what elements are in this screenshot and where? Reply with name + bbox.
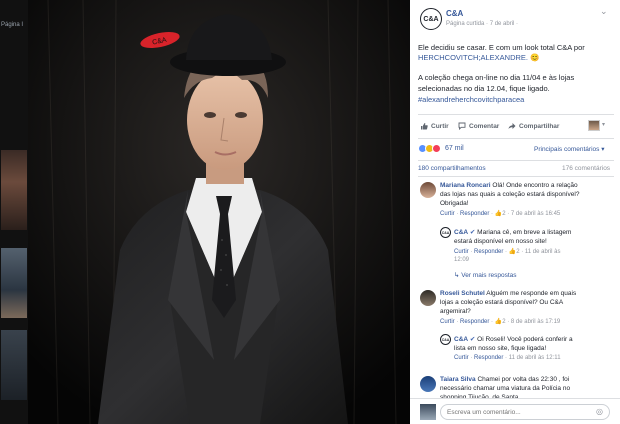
share-icon [508, 123, 516, 129]
comment-composer: ◎ [410, 398, 620, 424]
post-text-line4: selecionadas no dia 12.04, fique ligado. [418, 84, 550, 93]
avatar[interactable] [420, 376, 436, 392]
comment: Mariana Roncari Olá! Onde encontro a rel… [440, 182, 612, 217]
reply-reply-link[interactable]: Responder [474, 355, 503, 361]
reactions-count: 67 mil [445, 145, 464, 152]
reply-reply-link[interactable]: Responder [474, 249, 503, 255]
avatar[interactable] [420, 290, 436, 306]
comments-count: 176 comentários [562, 165, 611, 172]
verified-badge-icon: ✔ [469, 229, 476, 236]
comment-sort-dropdown[interactable]: Principais comentários ▾ [534, 145, 604, 153]
comment-text: das lojas nas quais a coleção estará dis… [440, 191, 580, 198]
post-text-link[interactable]: HERCHCOVITCH;ALEXANDRE. 😊 [418, 53, 539, 62]
page-avatar[interactable]: C&A [440, 334, 451, 345]
reply-text: Mariana cê, em breve a listagem [477, 229, 572, 236]
divider [418, 176, 614, 177]
avatar[interactable] [420, 182, 436, 198]
background-thumbnail [1, 330, 27, 400]
comment-author-link[interactable]: Roseli Schutel [440, 290, 485, 297]
reply-like-link[interactable]: Curtir [454, 249, 469, 255]
reply-text: estará disponível em nosso site! [454, 238, 547, 245]
page-avatar-text: C&A [441, 230, 450, 235]
background-thumbnail [1, 248, 27, 318]
divider [418, 160, 614, 161]
like-button[interactable]: Curtir [420, 122, 449, 130]
post-text-line3: A coleção chega on-line no dia 11/04 e à… [418, 73, 575, 82]
chevron-down-icon: ⌄ [600, 6, 608, 16]
post-text-line1: Ele decidiu se casar. E com um look tota… [418, 43, 585, 52]
comment-like-link[interactable]: Curtir [440, 211, 455, 217]
reply-author-link[interactable]: C&A [454, 229, 468, 236]
divider [418, 138, 614, 139]
verified-badge-icon: ✔ [469, 336, 476, 343]
comment-label: Comentar [469, 122, 500, 130]
page-avatar[interactable]: C&A [420, 8, 442, 30]
reply-text: Oi Roseli! Você poderá conferir a [477, 336, 573, 343]
photo-illustration: C&A [28, 0, 410, 424]
comment-reply-link[interactable]: Responder [460, 211, 489, 217]
comment-input[interactable] [440, 404, 610, 420]
comment-like-link[interactable]: Curtir [440, 319, 455, 325]
comment-text: Alguém me responde em quais [486, 290, 577, 297]
comment-author-link[interactable]: Taiara Silva [440, 376, 476, 383]
share-label: Compartilhar [519, 122, 560, 130]
comment-text: Obrigada! [440, 200, 469, 207]
facebook-photo-viewer: Página I C&A C&A C&A Página curtida · 7 … [0, 0, 620, 424]
comment-like-count: 2 [502, 211, 506, 217]
comment-icon [458, 122, 466, 130]
more-replies-link[interactable]: ↳ Ver mais respostas [454, 271, 517, 279]
page-name-link[interactable]: C&A [446, 9, 463, 18]
comment-button[interactable]: Comentar [458, 122, 499, 130]
comment-date[interactable]: 7 de abril às 16:45 [511, 211, 560, 217]
reply: C&A ✔ Mariana cê, em breve a listagem es… [454, 228, 614, 263]
share-button[interactable]: Compartilhar [508, 122, 559, 130]
comment-text: argemiral? [440, 308, 471, 315]
comment-like-count: 2 [502, 319, 506, 325]
comment-reply-link[interactable]: Responder [460, 319, 489, 325]
comment-date[interactable]: 8 de abril às 17:19 [511, 319, 560, 325]
post-subtitle: Página curtida · 7 de abril · [446, 21, 519, 27]
reply-date[interactable]: 11 de abril às [525, 249, 561, 255]
reply: C&A ✔ Oi Roseli! Você poderá conferir a … [454, 335, 614, 361]
shares-link[interactable]: 180 compartilhamentos [418, 165, 486, 172]
comment-author-link[interactable]: Mariana Roncari [440, 182, 491, 189]
reply-like-link[interactable]: Curtir [454, 355, 469, 361]
background-thumbnail [1, 150, 27, 230]
chevron-down-icon[interactable]: ▾ [602, 121, 605, 128]
page-avatar-text: C&A [423, 15, 439, 23]
reply-date[interactable]: 11 de abril às 12:11 [509, 355, 561, 361]
comment-text: necessário chamar uma viatura da Polícia… [440, 385, 571, 392]
post-photo[interactable]: C&A [28, 0, 410, 424]
comment-text: Olá! Onde encontro a relação [492, 182, 578, 189]
love-reaction-icon [432, 144, 441, 153]
divider [418, 114, 614, 115]
more-replies-label: Ver mais respostas [461, 272, 517, 279]
page-avatar-text: C&A [441, 337, 450, 342]
like-label: Curtir [431, 122, 449, 130]
comment-text: Chamei por volta das 22:30 , foi [477, 376, 570, 383]
post-hashtag-link[interactable]: #alexandreherchcovitchparacea [418, 95, 524, 104]
background-feed-label: Página I [1, 22, 24, 28]
camera-icon[interactable]: ◎ [596, 407, 603, 416]
page-avatar[interactable]: C&A [440, 227, 451, 238]
reply-arrow-icon: ↳ [454, 272, 460, 279]
background-feed: Página I [0, 0, 28, 424]
reply-text: lista em nosso site, fique ligada! [454, 345, 547, 352]
reply-like-count: 2 [516, 249, 520, 255]
reply-author-link[interactable]: C&A [454, 336, 468, 343]
comment: Roseli Schutel Alguém me responde em qua… [440, 290, 612, 325]
post-options-button[interactable]: ⌄ [600, 6, 608, 17]
avatar [420, 404, 436, 420]
thumbs-up-icon [421, 123, 428, 130]
post-panel: C&A C&A Página curtida · 7 de abril · ⌄ … [410, 0, 620, 424]
viewer-avatar[interactable] [588, 120, 600, 131]
reactions-summary[interactable]: 67 mil [418, 144, 464, 153]
reply-time: 12:09 [454, 257, 470, 263]
comment-text: lojas a coleção estará disponível? Ou C&… [440, 299, 564, 306]
